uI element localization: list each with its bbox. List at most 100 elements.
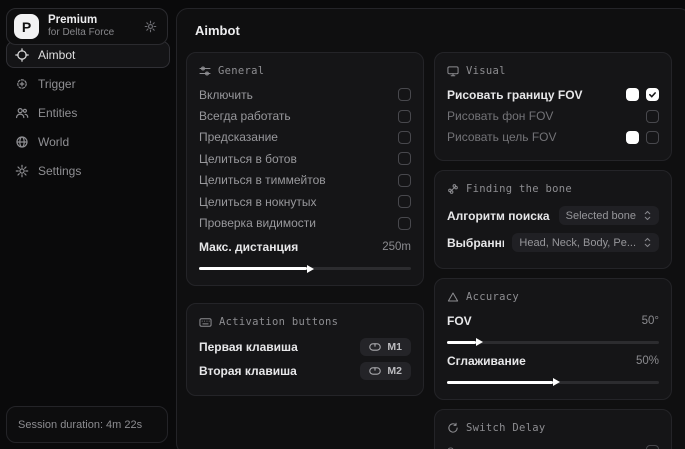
checkbox[interactable]	[646, 131, 659, 144]
checkbox[interactable]	[398, 88, 411, 101]
sidebar-item-label: Aimbot	[38, 48, 75, 62]
sidebar-item-aimbot[interactable]: Aimbot	[6, 41, 170, 68]
setting-row-enable: Включить	[199, 84, 411, 105]
setting-label: FOV	[447, 314, 472, 328]
keybind-label: M2	[387, 365, 402, 377]
app-logo: P	[14, 14, 39, 39]
activation-header: Activation buttons	[199, 316, 411, 328]
license-title: Premium	[48, 14, 135, 27]
setting-row-always-work: Всегда работать	[199, 105, 411, 126]
setting-row-draw-fov-border: Рисовать границу FOV	[447, 84, 659, 105]
setting-label: Первая клавиша	[199, 340, 298, 354]
section-title: Finding the bone	[466, 183, 572, 195]
sliders-icon	[199, 65, 211, 77]
unfold-icon	[643, 210, 652, 221]
setting-label: Сглаживание	[447, 354, 526, 368]
sidebar-item-world[interactable]: World	[6, 128, 170, 155]
bone-header: Finding the bone	[447, 183, 659, 195]
max-distance-slider[interactable]	[199, 267, 411, 270]
section-title: Activation buttons	[219, 316, 338, 328]
smoothing-slider[interactable]	[447, 381, 659, 384]
users-icon	[15, 106, 29, 120]
setting-label: Всегда работать	[199, 109, 291, 123]
checkbox[interactable]	[398, 131, 411, 144]
globe-icon	[15, 135, 29, 149]
setting-row-visibility-check: Проверка видимости	[199, 212, 411, 233]
checkbox[interactable]	[398, 110, 411, 123]
settings-gear-icon	[15, 164, 29, 178]
section-title: Visual	[466, 65, 506, 77]
license-subtitle: for Delta Force	[48, 27, 135, 39]
setting-label: Включить	[199, 88, 253, 102]
setting-label: Макс. дистанция	[199, 240, 298, 254]
sidebar-item-label: Settings	[38, 164, 81, 178]
setting-label: Целиться в ботов	[199, 152, 297, 166]
checkbox[interactable]	[398, 217, 411, 230]
visual-card: Visual Рисовать границу FOV Рисовать фон…	[434, 52, 672, 161]
slider-thumb[interactable]	[476, 338, 483, 346]
activation-buttons-card: Activation buttons Первая клавиша M1	[186, 303, 424, 396]
setting-row-draw-fov-background: Рисовать фон FOV	[447, 105, 659, 126]
setting-row-prediction: Предсказание	[199, 127, 411, 148]
setting-row-selected-bones: Выбранные кости Head, Neck, Body, Pe...	[447, 229, 659, 256]
sidebar-item-entities[interactable]: Entities	[6, 99, 170, 126]
visual-header: Visual	[447, 65, 659, 77]
setting-row-draw-fov-target: Рисовать цель FOV	[447, 127, 659, 148]
session-duration: Session duration: 4m 22s	[6, 406, 168, 443]
sidebar-item-label: Entities	[38, 106, 77, 120]
checkbox[interactable]	[398, 174, 411, 187]
setting-label: Выбранные кости	[447, 236, 504, 250]
sidebar-nav: Aimbot Trigger Entities	[0, 41, 176, 184]
triangle-icon	[447, 291, 459, 303]
sidebar-item-label: Trigger	[38, 77, 76, 91]
setting-row-target-teammates: Целиться в тиммейтов	[199, 170, 411, 191]
checkbox[interactable]	[646, 445, 659, 449]
setting-row-target-bots: Целиться в ботов	[199, 148, 411, 169]
switch-delay-header: Switch Delay	[447, 422, 659, 434]
rotate-clock-icon	[447, 422, 459, 434]
setting-label: Предсказание	[199, 130, 278, 144]
license-card[interactable]: P Premium for Delta Force	[6, 8, 168, 45]
mouse-icon	[369, 343, 381, 351]
setting-row-max-distance: Макс. дистанция 250m	[199, 237, 411, 258]
slider-thumb[interactable]	[553, 378, 560, 386]
finding-bone-card: Finding the bone Алгоритм поиска костей …	[434, 170, 672, 269]
checkbox[interactable]	[646, 88, 659, 101]
setting-value: 250m	[382, 241, 411, 253]
sidebar-item-trigger[interactable]: Trigger	[6, 70, 170, 97]
color-swatch[interactable]	[626, 88, 639, 101]
setting-label: Рисовать фон FOV	[447, 109, 553, 123]
setting-row-fov: FOV 50°	[447, 310, 659, 331]
mouse-icon	[369, 367, 381, 375]
slider-thumb[interactable]	[307, 265, 314, 273]
keybind-label: M1	[387, 341, 402, 353]
trigger-icon	[15, 77, 29, 91]
sidebar-item-settings[interactable]: Settings	[6, 157, 170, 184]
checkbox[interactable]	[398, 195, 411, 208]
color-swatch[interactable]	[626, 131, 639, 144]
general-card: General Включить Всегда работать Предска…	[186, 52, 424, 286]
setting-label: Проверка видимости	[199, 216, 316, 230]
keyboard-icon	[199, 317, 212, 328]
keybind-button-m2[interactable]: M2	[360, 362, 411, 380]
setting-row-bone-algorithm: Алгоритм поиска костей Selected bone	[447, 202, 659, 229]
monitor-icon	[447, 65, 459, 77]
bone-icon	[447, 183, 459, 195]
accuracy-card: Accuracy FOV 50° Сглаживание 50%	[434, 278, 672, 400]
setting-row-smoothing: Сглаживание 50%	[447, 351, 659, 372]
main-panel: Aimbot General Включить	[176, 8, 685, 449]
setting-label: Алгоритм поиска костей	[447, 209, 551, 223]
setting-label: Вторая клавиша	[199, 364, 297, 378]
section-title: Switch Delay	[466, 422, 545, 434]
bone-algorithm-select[interactable]: Selected bone	[559, 206, 659, 225]
fov-slider[interactable]	[447, 341, 659, 344]
keybind-button-m1[interactable]: M1	[360, 338, 411, 356]
checkbox[interactable]	[646, 110, 659, 123]
checkbox[interactable]	[398, 152, 411, 165]
setting-value: 50°	[642, 315, 659, 327]
session-duration-label: Session duration: 4m 22s	[18, 419, 142, 431]
selected-bones-select[interactable]: Head, Neck, Body, Pe...	[512, 233, 659, 252]
sidebar-item-label: World	[38, 135, 69, 149]
section-title: General	[218, 65, 264, 77]
gear-icon[interactable]	[144, 20, 157, 33]
